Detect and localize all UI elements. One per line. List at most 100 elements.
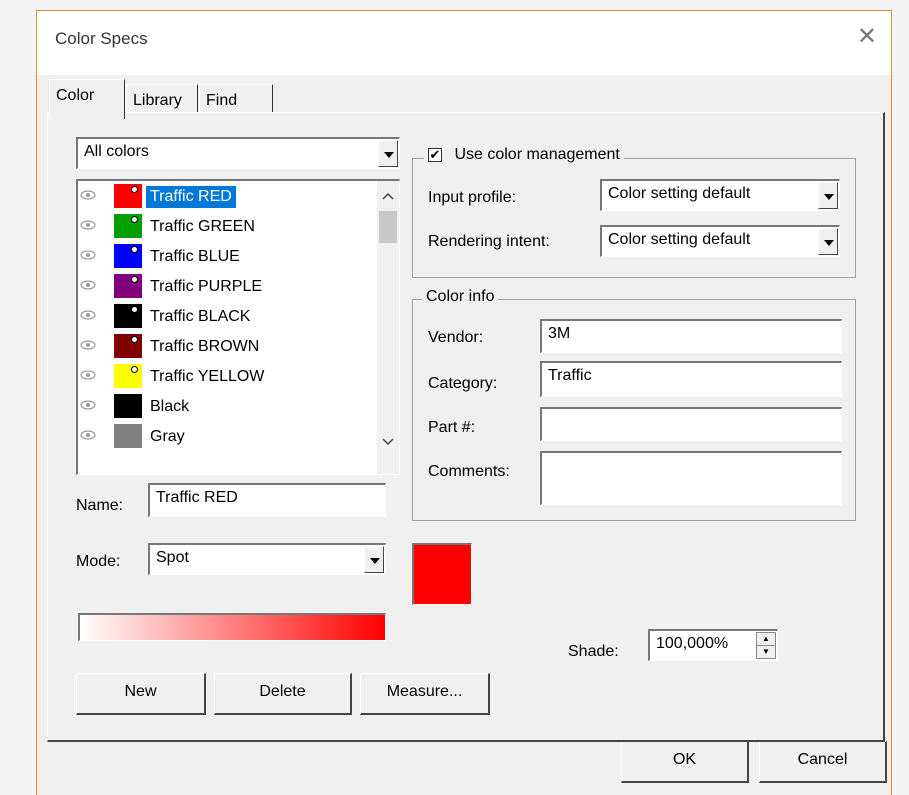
- rendering-intent-label: Rendering intent:: [428, 233, 550, 250]
- name-input[interactable]: Traffic RED: [148, 483, 386, 517]
- input-profile-value: Color setting default: [608, 185, 751, 202]
- list-item[interactable]: Traffic BROWN: [78, 331, 354, 362]
- vendor-input[interactable]: 3M: [540, 319, 842, 353]
- use-color-management-checkbox[interactable]: ✔ Use color management: [424, 146, 624, 164]
- category-label: Category:: [428, 375, 498, 392]
- color-swatch: [114, 304, 142, 328]
- list-item-label: Traffic RED: [146, 186, 236, 208]
- chevron-down-icon[interactable]: [818, 182, 838, 209]
- eye-icon[interactable]: [80, 399, 96, 411]
- rendering-intent-select[interactable]: Color setting default: [600, 225, 840, 257]
- measure-button[interactable]: Measure...: [360, 673, 490, 715]
- list-item-label: Traffic BLUE: [150, 248, 240, 265]
- eye-icon[interactable]: [80, 339, 96, 351]
- list-item-label: Gray: [150, 428, 185, 445]
- list-item[interactable]: Traffic BLACK: [78, 301, 354, 332]
- color-specs-dialog: Color Specs ✕ Color Library Find All col…: [36, 10, 892, 795]
- eye-icon[interactable]: [80, 219, 96, 231]
- vendor-value: 3M: [548, 325, 571, 342]
- list-item-label: Traffic BLACK: [150, 308, 251, 325]
- dialog-body: Color Library Find All colors Traffic RE…: [37, 75, 891, 795]
- list-item[interactable]: Traffic PURPLE: [78, 271, 354, 302]
- comments-input[interactable]: [540, 451, 842, 505]
- list-item[interactable]: Black: [78, 391, 354, 422]
- list-item-label: Traffic PURPLE: [150, 278, 263, 295]
- list-item-label: Black: [150, 398, 190, 415]
- spot-indicator-icon: [131, 276, 138, 283]
- shade-gradient[interactable]: [78, 613, 386, 641]
- spot-indicator-icon: [131, 336, 138, 343]
- mode-label: Mode:: [76, 553, 121, 570]
- color-swatch: [114, 184, 142, 208]
- eye-icon[interactable]: [80, 309, 96, 321]
- scroll-up-icon: [382, 192, 394, 200]
- chevron-down-icon[interactable]: [364, 546, 384, 573]
- scroll-thumb: [379, 211, 397, 243]
- tab-library-label: Library: [133, 92, 182, 109]
- shade-input[interactable]: 100,000% ▲ ▼: [648, 629, 778, 661]
- part-label: Part #:: [428, 419, 476, 436]
- rendering-intent-value: Color setting default: [608, 231, 751, 248]
- list-item[interactable]: Traffic YELLOW: [78, 361, 354, 392]
- mode-select[interactable]: Spot: [148, 543, 386, 575]
- chevron-down-icon[interactable]: [818, 228, 838, 255]
- spot-indicator-icon: [131, 366, 138, 373]
- spot-indicator-icon: [131, 186, 138, 193]
- list-item[interactable]: Traffic GREEN: [78, 211, 354, 242]
- list-item[interactable]: Traffic BLUE: [78, 241, 354, 272]
- color-swatch: [114, 274, 142, 298]
- eye-icon[interactable]: [80, 189, 96, 201]
- color-info-title: Color info: [422, 288, 499, 306]
- spot-indicator-icon: [131, 246, 138, 253]
- color-swatch: [114, 364, 142, 388]
- input-profile-select[interactable]: Color setting default: [600, 179, 840, 211]
- list-scrollbar[interactable]: [377, 181, 399, 474]
- list-item-label: Traffic BROWN: [150, 338, 260, 355]
- input-profile-label: Input profile:: [428, 189, 517, 206]
- eye-icon[interactable]: [80, 279, 96, 291]
- dialog-title: Color Specs: [55, 29, 148, 48]
- tab-find-label: Find: [206, 92, 238, 109]
- color-swatch: [114, 394, 142, 418]
- cancel-button[interactable]: Cancel: [759, 741, 887, 783]
- color-tab-page: All colors Traffic RED Traffic GREEN Traff…: [47, 112, 885, 742]
- eye-icon[interactable]: [80, 369, 96, 381]
- delete-button[interactable]: Delete: [214, 673, 352, 715]
- color-swatch: [114, 214, 142, 238]
- chevron-down-icon[interactable]: [378, 140, 398, 167]
- color-swatch: [114, 334, 142, 358]
- spin-down-icon[interactable]: ▼: [756, 645, 776, 659]
- name-label: Name:: [76, 497, 124, 514]
- spot-indicator-icon: [131, 306, 138, 313]
- scrollbar-graphic: [379, 192, 397, 446]
- name-value: Traffic RED: [156, 489, 238, 506]
- color-swatch: [114, 244, 142, 268]
- checkbox-icon[interactable]: ✔: [428, 147, 442, 162]
- tab-color-label: Color: [56, 87, 95, 104]
- shade-value: 100,000%: [656, 635, 729, 652]
- color-filter-value: All colors: [84, 143, 149, 160]
- close-icon[interactable]: ✕: [857, 25, 877, 49]
- ok-button[interactable]: OK: [621, 741, 749, 783]
- list-item[interactable]: Gray: [78, 421, 354, 452]
- new-button[interactable]: New: [76, 673, 206, 715]
- use-color-management-label: Use color management: [454, 146, 620, 163]
- comments-label: Comments:: [428, 463, 510, 480]
- color-filter-select[interactable]: All colors: [76, 137, 400, 169]
- mode-value: Spot: [156, 549, 189, 566]
- spot-indicator-icon: [131, 216, 138, 223]
- eye-icon[interactable]: [80, 249, 96, 261]
- eye-icon[interactable]: [80, 429, 96, 441]
- list-item-label: Traffic GREEN: [150, 218, 255, 235]
- part-input[interactable]: [540, 407, 842, 441]
- list-item-label: Traffic YELLOW: [150, 368, 265, 385]
- category-value: Traffic: [548, 367, 592, 384]
- list-item[interactable]: Traffic RED: [78, 181, 354, 212]
- color-preview-swatch: [412, 543, 472, 605]
- scroll-down-icon: [382, 438, 394, 446]
- tab-color[interactable]: Color: [49, 79, 125, 119]
- color-list[interactable]: Traffic RED Traffic GREEN Traffic BLUE Traf…: [76, 179, 400, 475]
- color-swatch: [114, 424, 142, 448]
- spin-up-icon[interactable]: ▲: [756, 632, 776, 646]
- category-input[interactable]: Traffic: [540, 361, 842, 397]
